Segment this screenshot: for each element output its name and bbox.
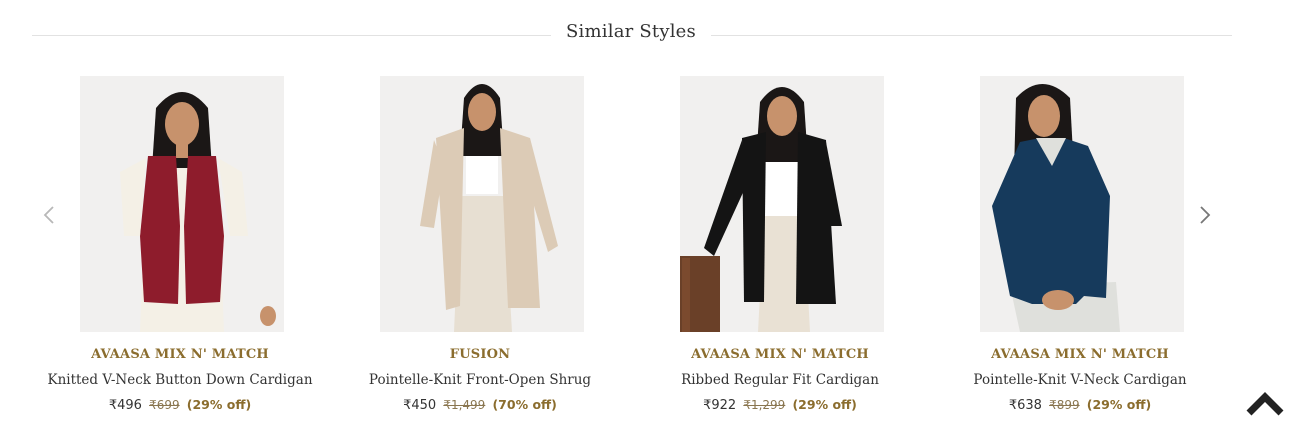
product-discount: (70% off) (492, 397, 557, 412)
chevron-right-icon (1200, 206, 1211, 224)
product-price: ₹450 (403, 398, 437, 413)
product-image[interactable] (980, 76, 1184, 332)
product-card[interactable]: AVAASA MIX N' MATCH Pointelle-Knit V-Nec… (930, 76, 1230, 421)
product-card[interactable]: FUSION Pointelle-Knit Front-Open Shrug ₹… (330, 76, 630, 421)
product-brand[interactable]: AVAASA MIX N' MATCH (930, 347, 1230, 362)
product-price: ₹496 (108, 398, 142, 413)
product-price-row: ₹922 ₹1,299 (29% off) (630, 397, 930, 413)
product-image[interactable] (80, 76, 284, 332)
product-brand[interactable]: AVAASA MIX N' MATCH (630, 347, 930, 362)
chevron-up-icon (1246, 392, 1284, 416)
product-original-price: ₹899 (1049, 398, 1080, 412)
product-original-price: ₹1,499 (443, 398, 486, 412)
product-name[interactable]: Knitted V-Neck Button Down Cardigan (30, 372, 330, 388)
product-price-row: ₹450 ₹1,499 (70% off) (330, 397, 630, 413)
product-name[interactable]: Ribbed Regular Fit Cardigan (630, 372, 930, 388)
product-brand[interactable]: FUSION (330, 347, 630, 362)
product-name[interactable]: Pointelle-Knit Front-Open Shrug (330, 372, 630, 388)
product-price-row: ₹496 ₹699 (29% off) (30, 397, 330, 413)
heading-divider-right (711, 35, 1232, 36)
heading-divider-left (32, 35, 551, 36)
product-brand[interactable]: AVAASA MIX N' MATCH (30, 347, 330, 362)
product-image[interactable] (680, 76, 884, 332)
product-price-row: ₹638 ₹899 (29% off) (930, 397, 1230, 413)
product-discount: (29% off) (186, 397, 252, 412)
product-price: ₹638 (1008, 398, 1042, 413)
product-original-price: ₹1,299 (743, 398, 786, 412)
product-discount: (29% off) (1086, 397, 1152, 412)
carousel-next-button[interactable] (1193, 201, 1217, 229)
product-price: ₹922 (703, 398, 737, 413)
section-heading: Similar Styles (32, 18, 1232, 46)
product-original-price: ₹699 (149, 398, 180, 412)
scroll-to-top-button[interactable] (1245, 389, 1285, 419)
section-title: Similar Styles (566, 21, 696, 42)
product-discount: (29% off) (792, 397, 857, 412)
product-image[interactable] (380, 76, 584, 332)
product-card[interactable]: AVAASA MIX N' MATCH Knitted V-Neck Butto… (30, 76, 330, 421)
product-name[interactable]: Pointelle-Knit V-Neck Cardigan (930, 372, 1230, 388)
product-card[interactable]: AVAASA MIX N' MATCH Ribbed Regular Fit C… (630, 76, 930, 421)
